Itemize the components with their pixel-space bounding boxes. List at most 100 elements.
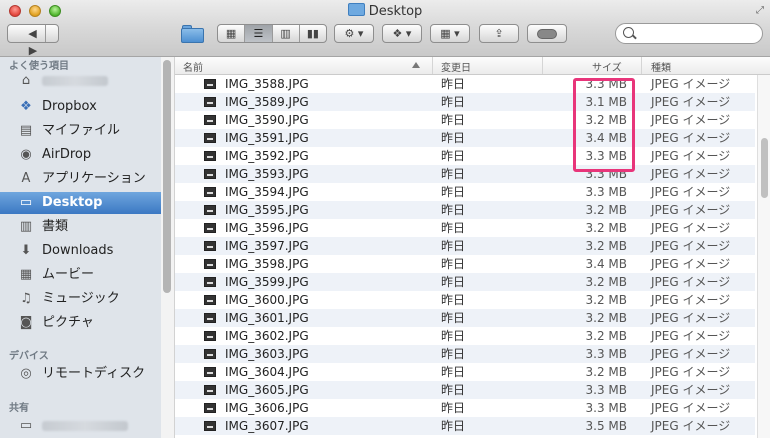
sidebar-item-label: Dropbox bbox=[42, 99, 97, 114]
file-kind: JPEG イメージ bbox=[651, 347, 731, 361]
table-row[interactable]: IMG_3595.JPG 昨日 3.2 MB JPEG イメージ bbox=[175, 201, 755, 219]
file-date: 昨日 bbox=[441, 131, 466, 145]
jpeg-file-icon bbox=[204, 97, 216, 107]
file-name: IMG_3607.JPG bbox=[225, 419, 309, 433]
search-input[interactable] bbox=[638, 26, 760, 43]
window-title: Desktop bbox=[0, 3, 770, 19]
table-row[interactable]: IMG_3588.JPG 昨日 3.3 MB JPEG イメージ bbox=[175, 75, 755, 93]
file-name: IMG_3588.JPG bbox=[225, 77, 309, 91]
table-row[interactable]: IMG_3607.JPG 昨日 3.5 MB JPEG イメージ bbox=[175, 417, 755, 435]
sidebar-item-label: ミュージック bbox=[42, 291, 120, 306]
file-name: IMG_3590.JPG bbox=[225, 113, 309, 127]
file-size: 3.2 MB bbox=[585, 203, 627, 217]
shared-header: 共有 bbox=[9, 403, 29, 414]
sidebar-item-label: AirDrop bbox=[42, 147, 92, 162]
fullscreen-icon[interactable]: ⤢ bbox=[756, 5, 764, 16]
file-name: IMG_3593.JPG bbox=[225, 167, 309, 181]
sidebar-item-movies[interactable]: ▦ ムービー bbox=[0, 264, 161, 286]
list-scroll-thumb[interactable] bbox=[761, 138, 768, 198]
search-icon bbox=[623, 27, 634, 38]
sidebar-item-label: Desktop bbox=[42, 195, 103, 210]
table-row[interactable]: IMG_3602.JPG 昨日 3.2 MB JPEG イメージ bbox=[175, 327, 755, 345]
jpeg-file-icon bbox=[204, 115, 216, 125]
pictures-icon: ◙ bbox=[19, 315, 33, 330]
action-menu-button[interactable]: ⚙ ▾ bbox=[334, 24, 374, 43]
sidebar-item-label: Downloads bbox=[42, 243, 114, 258]
table-row[interactable]: IMG_3591.JPG 昨日 3.4 MB JPEG イメージ bbox=[175, 129, 755, 147]
table-row[interactable]: IMG_3603.JPG 昨日 3.3 MB JPEG イメージ bbox=[175, 345, 755, 363]
file-date: 昨日 bbox=[441, 149, 466, 163]
airdrop-icon: ◉ bbox=[20, 147, 32, 162]
file-name: IMG_3606.JPG bbox=[225, 401, 309, 415]
sidebar-item-applications[interactable]: A アプリケーション bbox=[0, 168, 161, 190]
file-size: 3.3 MB bbox=[585, 401, 627, 415]
current-folder-icon[interactable] bbox=[180, 24, 206, 44]
table-row[interactable]: IMG_3601.JPG 昨日 3.2 MB JPEG イメージ bbox=[175, 309, 755, 327]
column-header-kind[interactable]: 種類 bbox=[651, 59, 671, 74]
column-header-size[interactable]: サイズ bbox=[592, 59, 622, 74]
column-divider[interactable] bbox=[641, 57, 642, 74]
file-date: 昨日 bbox=[441, 383, 466, 397]
jpeg-file-icon bbox=[204, 385, 216, 395]
table-row[interactable]: IMG_3597.JPG 昨日 3.2 MB JPEG イメージ bbox=[175, 237, 755, 255]
back-button[interactable]: ◀ bbox=[20, 25, 45, 42]
sidebar-item-airdrop[interactable]: ◉ AirDrop bbox=[0, 144, 161, 166]
column-divider[interactable] bbox=[542, 57, 543, 74]
table-row[interactable]: IMG_3593.JPG 昨日 3.3 MB JPEG イメージ bbox=[175, 165, 755, 183]
table-row[interactable]: IMG_3594.JPG 昨日 3.3 MB JPEG イメージ bbox=[175, 183, 755, 201]
sidebar-item-desktop[interactable]: ▭ Desktop bbox=[0, 192, 161, 214]
table-row[interactable]: IMG_3590.JPG 昨日 3.2 MB JPEG イメージ bbox=[175, 111, 755, 129]
table-row[interactable]: IMG_3599.JPG 昨日 3.2 MB JPEG イメージ bbox=[175, 273, 755, 291]
file-rows: IMG_3588.JPG 昨日 3.3 MB JPEG イメージ IMG_3589.JP… bbox=[175, 75, 755, 435]
file-date: 昨日 bbox=[441, 239, 466, 253]
downloads-icon: ⬇ bbox=[20, 243, 32, 258]
sidebar-item-my-files[interactable]: ▤ マイファイル bbox=[0, 120, 161, 142]
jpeg-file-icon bbox=[204, 151, 216, 161]
file-kind: JPEG イメージ bbox=[651, 221, 731, 235]
folder-icon bbox=[347, 3, 365, 16]
file-list: 名前 変更日 サイズ 種類 IMG_3588.JPG 昨日 3.3 MB JPEG イ… bbox=[175, 57, 770, 438]
sidebar-item-home[interactable]: ⌂ bbox=[0, 70, 161, 92]
table-row[interactable]: IMG_3596.JPG 昨日 3.2 MB JPEG イメージ bbox=[175, 219, 755, 237]
sidebar-item-label: マイファイル bbox=[42, 123, 121, 138]
sidebar-item-documents[interactable]: ▥ 書類 bbox=[0, 216, 161, 238]
back-forward-buttons: ◀▶ bbox=[7, 24, 59, 57]
file-name: IMG_3595.JPG bbox=[225, 203, 309, 217]
desktop-icon: ▭ bbox=[19, 195, 33, 210]
jpeg-file-icon bbox=[204, 421, 216, 431]
file-name: IMG_3589.JPG bbox=[225, 95, 309, 109]
dropbox-menu-button[interactable]: ❖ ▾ bbox=[382, 24, 422, 43]
sidebar-item-downloads[interactable]: ⬇ Downloads bbox=[0, 240, 161, 262]
column-view-icon[interactable]: ▥ bbox=[273, 25, 300, 42]
list-view-icon[interactable]: ☰ bbox=[245, 25, 273, 42]
search-field[interactable] bbox=[615, 23, 763, 44]
icon-view-icon[interactable]: ▦ bbox=[218, 25, 246, 42]
sidebar-item-music[interactable]: ♫ ミュージック bbox=[0, 288, 161, 310]
table-row[interactable]: IMG_3598.JPG 昨日 3.4 MB JPEG イメージ bbox=[175, 255, 755, 273]
window-title-text: Desktop bbox=[368, 4, 423, 19]
jpeg-file-icon bbox=[204, 169, 216, 179]
coverflow-view-icon[interactable]: ▮▮ bbox=[300, 25, 326, 42]
share-button[interactable]: ⇪ bbox=[479, 24, 519, 43]
table-row[interactable]: IMG_3592.JPG 昨日 3.3 MB JPEG イメージ bbox=[175, 147, 755, 165]
column-header-name[interactable]: 名前 bbox=[183, 59, 203, 74]
table-row[interactable]: IMG_3600.JPG 昨日 3.2 MB JPEG イメージ bbox=[175, 291, 755, 309]
file-name: IMG_3601.JPG bbox=[225, 311, 309, 325]
table-row[interactable]: IMG_3605.JPG 昨日 3.3 MB JPEG イメージ bbox=[175, 381, 755, 399]
arrange-menu-button[interactable]: ▦ ▾ bbox=[430, 24, 470, 43]
file-date: 昨日 bbox=[441, 221, 466, 235]
column-header-date[interactable]: 変更日 bbox=[441, 59, 471, 74]
list-scrollbar[interactable] bbox=[757, 75, 770, 438]
sidebar-item-pictures[interactable]: ◙ ピクチャ bbox=[0, 312, 161, 334]
sidebar-item-dropbox[interactable]: ❖ Dropbox bbox=[0, 96, 161, 118]
table-row[interactable]: IMG_3606.JPG 昨日 3.3 MB JPEG イメージ bbox=[175, 399, 755, 417]
table-row[interactable]: IMG_3604.JPG 昨日 3.2 MB JPEG イメージ bbox=[175, 363, 755, 381]
tag-button[interactable] bbox=[527, 24, 567, 43]
column-divider[interactable] bbox=[432, 57, 433, 74]
sidebar-scroll-thumb[interactable] bbox=[163, 60, 171, 293]
sidebar-item-remote-disc[interactable]: ◎ リモートディスク bbox=[0, 363, 161, 385]
jpeg-file-icon bbox=[204, 367, 216, 377]
table-row[interactable]: IMG_3589.JPG 昨日 3.1 MB JPEG イメージ bbox=[175, 93, 755, 111]
sidebar-item-shared-computer[interactable]: ▭ bbox=[0, 415, 161, 437]
file-name: IMG_3599.JPG bbox=[225, 275, 309, 289]
